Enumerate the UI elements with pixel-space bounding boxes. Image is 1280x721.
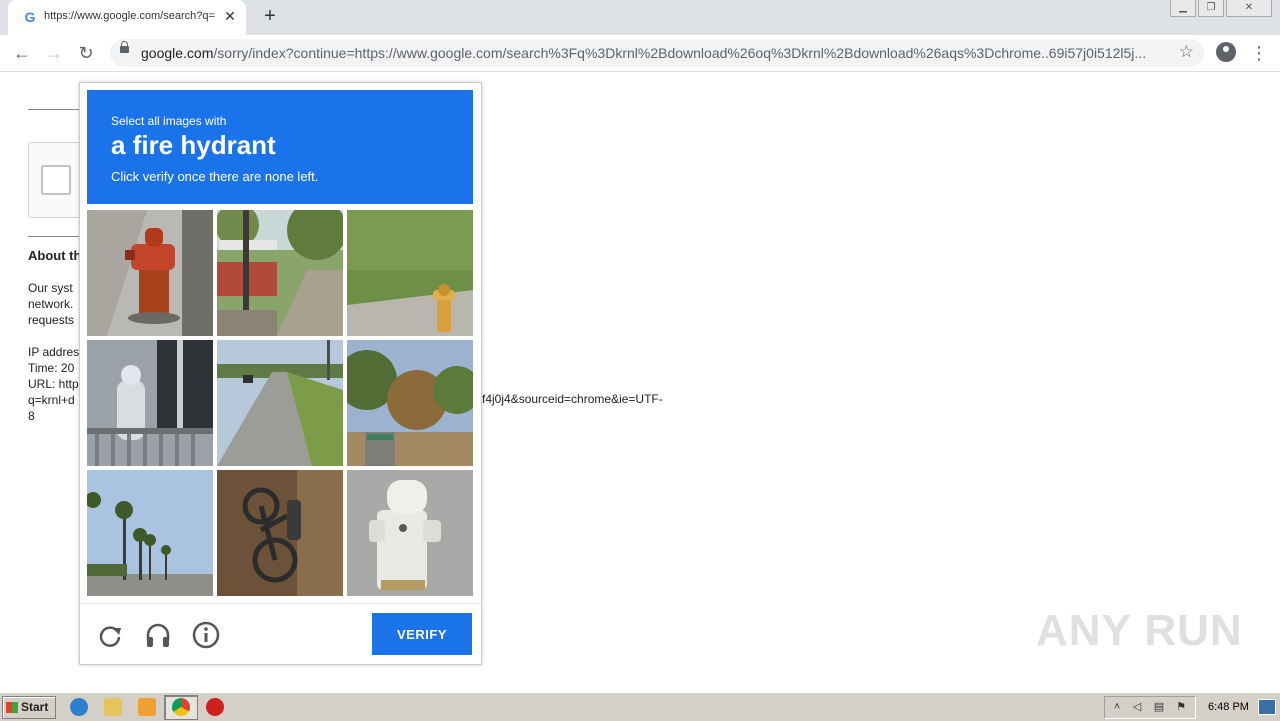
paragraph-line: Our syst: [28, 281, 73, 295]
chrome-icon: [172, 698, 190, 716]
minimize-button[interactable]: ▁: [1170, 0, 1196, 17]
footer-divider: [80, 603, 481, 604]
image-tile-7[interactable]: [87, 470, 213, 596]
image-tile-6[interactable]: [347, 340, 473, 466]
new-tab-button[interactable]: +: [260, 6, 280, 26]
browser-toolbar: ← → ↻ google.com/sorry/index?continue=ht…: [0, 35, 1280, 72]
captcha-challenge-popup: Select all images with a fire hydrant Cl…: [79, 82, 482, 665]
paragraph-line: network.: [28, 297, 74, 311]
tab-title: https://www.google.com/search?q=: [44, 10, 215, 22]
challenge-instruction: Click verify once there are none left.: [111, 169, 319, 184]
verify-button[interactable]: VERIFY: [372, 613, 472, 655]
tray-expand-icon[interactable]: ˄: [1111, 701, 1123, 713]
url-path: /sorry/index?continue=https://www.google…: [213, 45, 1147, 61]
info-line: 8: [28, 409, 35, 423]
profile-avatar-icon[interactable]: [1216, 42, 1236, 62]
media-player-icon[interactable]: [138, 698, 156, 716]
internet-explorer-icon[interactable]: [70, 698, 88, 716]
close-window-button[interactable]: ✕: [1226, 0, 1272, 17]
image-tile-3[interactable]: [347, 210, 473, 336]
restore-button[interactable]: ❐: [1198, 0, 1224, 17]
lock-icon: [120, 41, 129, 53]
stop-app-icon[interactable]: [206, 698, 224, 716]
window-controls: ▁ ❐ ✕: [1170, 0, 1272, 18]
network-icon[interactable]: ▤: [1153, 701, 1165, 713]
about-title: About th: [28, 248, 82, 263]
start-button[interactable]: Start: [2, 696, 56, 719]
url-tail: f4j0j4&sourceid=chrome&ie=UTF-: [482, 392, 663, 406]
image-tile-2[interactable]: [217, 210, 343, 336]
image-tile-4[interactable]: [87, 340, 213, 466]
system-tray: ˄ ◁ ▤ ⚑: [1104, 696, 1196, 719]
image-tile-1[interactable]: [87, 210, 213, 336]
challenge-header: Select all images with a fire hydrant Cl…: [87, 90, 473, 204]
action-center-flag-icon[interactable]: ⚑: [1175, 701, 1187, 713]
windows-flag-icon: [6, 702, 18, 713]
info-line: IP addres: [28, 345, 80, 359]
challenge-subtitle: Select all images with: [111, 114, 227, 128]
info-line: q=krnl+d: [28, 393, 75, 407]
file-explorer-icon[interactable]: [104, 698, 122, 716]
taskbar-clock[interactable]: 6:48 PM: [1208, 701, 1249, 713]
image-tile-5[interactable]: [217, 340, 343, 466]
bookmark-star-icon[interactable]: ☆: [1179, 42, 1194, 62]
volume-icon[interactable]: ◁: [1131, 701, 1143, 713]
browser-tab[interactable]: G https://www.google.com/search?q= ✕: [8, 0, 246, 35]
browser-menu-icon[interactable]: ⋮: [1250, 41, 1268, 65]
image-tile-8[interactable]: [217, 470, 343, 596]
chrome-taskbar-button[interactable]: [164, 695, 198, 720]
url-host: google.com: [141, 45, 214, 61]
info-line: Time: 20: [28, 361, 75, 375]
forward-button[interactable]: →: [42, 41, 66, 65]
google-favicon-icon: G: [24, 9, 36, 25]
address-bar[interactable]: google.com/sorry/index?continue=https://…: [110, 39, 1204, 67]
info-line: URL: http: [28, 377, 79, 391]
reload-button[interactable]: ↻: [74, 41, 98, 65]
image-grid: [87, 210, 473, 596]
url-text[interactable]: google.com/sorry/index?continue=https://…: [141, 45, 1171, 61]
start-label: Start: [21, 700, 49, 714]
back-button[interactable]: ←: [10, 41, 34, 65]
challenge-target: a fire hydrant: [111, 130, 276, 160]
info-icon[interactable]: [191, 620, 221, 650]
headphones-icon[interactable]: [143, 620, 173, 650]
image-tile-9[interactable]: [347, 470, 473, 596]
show-desktop-button[interactable]: [1258, 699, 1276, 715]
tab-close-icon[interactable]: ✕: [222, 8, 238, 24]
paragraph-line: requests: [28, 313, 75, 327]
anyrun-watermark: ANY RUN: [1036, 606, 1243, 655]
reload-challenge-icon[interactable]: [95, 620, 125, 650]
recaptcha-checkbox[interactable]: [41, 165, 71, 195]
tab-strip: G https://www.google.com/search?q= ✕ + ▁…: [0, 0, 1280, 35]
windows-taskbar: Start ˄ ◁ ▤ ⚑ 6:48 PM: [0, 692, 1280, 721]
